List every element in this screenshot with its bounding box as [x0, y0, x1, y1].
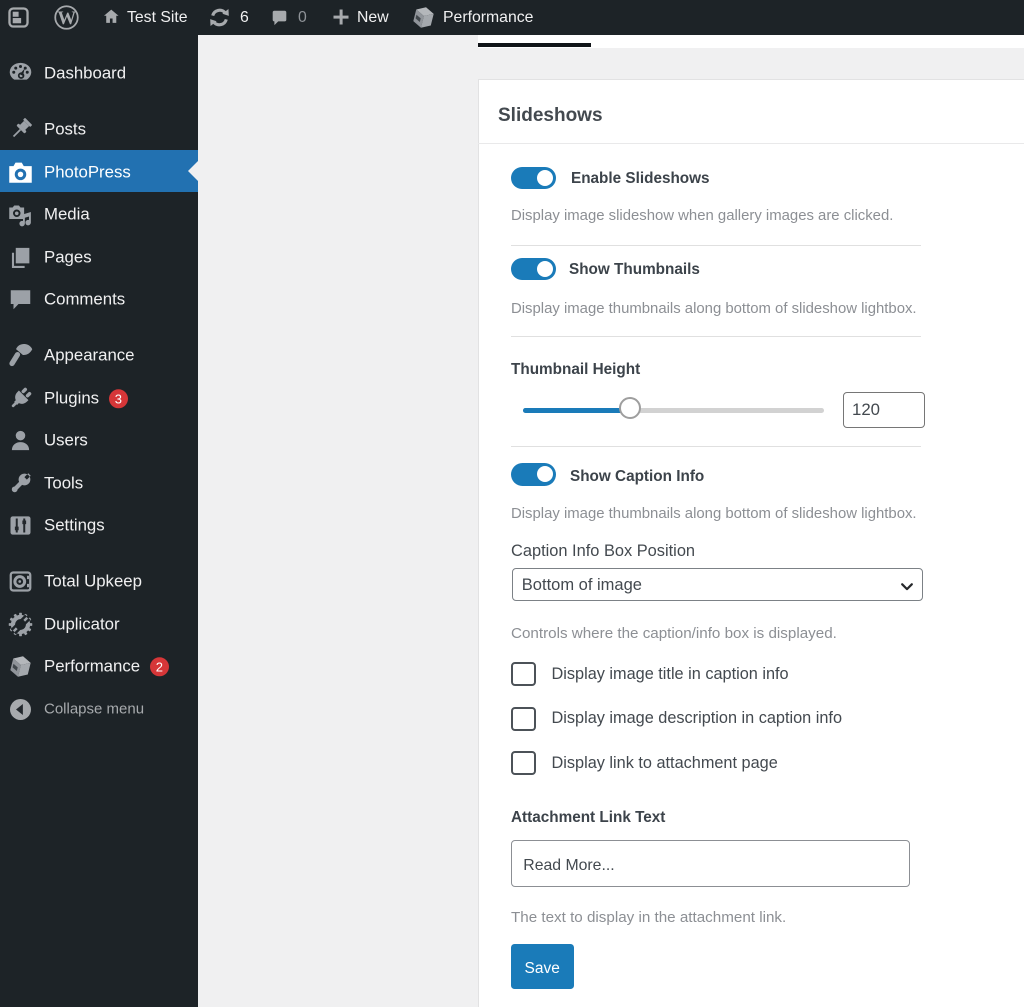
svg-text:W: W — [57, 8, 76, 29]
